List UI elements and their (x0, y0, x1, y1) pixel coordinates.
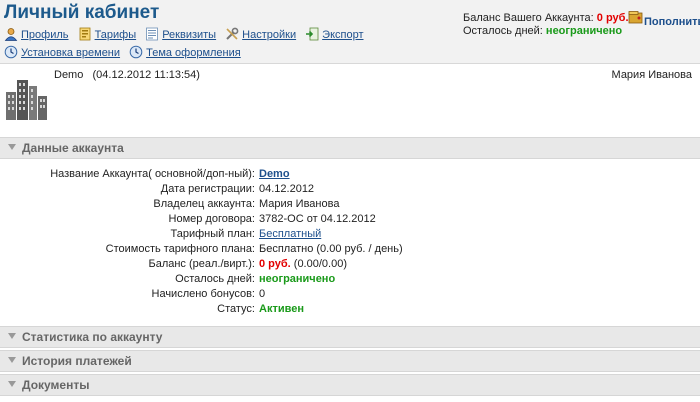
settings-icon (226, 27, 239, 40)
detail-row-registration: Дата регистрации: 04.12.2012 (0, 183, 700, 198)
detail-row-owner: Владелец аккаунта: Мария Иванова (0, 198, 700, 213)
nav-time-setup[interactable]: Установка времени (4, 44, 120, 62)
nav-theme-label: Тема оформления (146, 47, 241, 59)
nav-time-setup-label: Установка времени (21, 47, 121, 59)
balance-summary: Баланс Вашего Аккаунта: 0 руб. Осталось … (463, 12, 629, 38)
balance-label: Баланс Вашего Аккаунта: (463, 12, 594, 24)
detail-label: Осталось дней: (175, 273, 255, 285)
nav-export-label: Экспорт (322, 29, 364, 41)
detail-value: Бесплатно (0.00 руб. / день) (259, 243, 403, 255)
building-icon (6, 80, 47, 120)
collapse-arrow-icon (8, 144, 16, 150)
detail-label: Владелец аккаунта: (153, 198, 255, 210)
detail-value: 0 (259, 288, 266, 300)
detail-row-account-name: Название Аккаунта( основной/доп-ный): De… (0, 168, 700, 183)
section-documents-label: Документы (22, 378, 90, 392)
balance-real-value: 0 руб. (259, 258, 291, 270)
page-title: Личный кабинет (4, 2, 160, 23)
nav-theme[interactable]: Тема оформления (129, 44, 241, 62)
detail-value: 3782-ОС от 04.12.2012 (259, 213, 376, 225)
detail-label: Баланс (реал./вирт.): (148, 258, 255, 270)
detail-label: Название Аккаунта( основной/доп-ный): (50, 168, 255, 180)
detail-row-days-left: Осталось дней: неограничено (0, 273, 700, 288)
detail-label: Статус: (217, 303, 255, 315)
export-icon (306, 27, 319, 41)
detail-label: Начислено бонусов: (151, 288, 256, 300)
nav-profile-label: Профиль (21, 29, 69, 41)
collapse-arrow-icon (8, 333, 16, 339)
balance-virtual-value: (0.00/0.00) (293, 258, 347, 270)
plan-link[interactable]: Бесплатный (259, 228, 321, 240)
detail-value: Мария Иванова (259, 198, 340, 210)
header: Личный кабинет Профиль Тарифы Реквизиты … (0, 0, 700, 64)
nav-profile[interactable]: Профиль (4, 26, 69, 44)
clock-icon (4, 45, 18, 59)
nav-settings[interactable]: Настройки (225, 26, 296, 44)
theme-icon (129, 45, 143, 59)
nav-menu: Профиль Тарифы Реквизиты Настройки Экспо… (4, 26, 464, 62)
nav-settings-label: Настройки (242, 29, 297, 41)
nav-requisites[interactable]: Реквизиты (145, 26, 216, 44)
nav-requisites-label: Реквизиты (162, 29, 217, 41)
section-account-stats[interactable]: Статистика по аккаунту (0, 326, 700, 348)
user-name: Мария Иванова (611, 69, 692, 81)
user-row: Demo (04.12.2012 11:13:54) Мария Иванова (0, 64, 700, 134)
section-payment-history-label: История платежей (22, 354, 132, 368)
days-left-value: неограничено (545, 25, 623, 37)
balance-value: 0 руб. (596, 12, 629, 24)
section-account-stats-label: Статистика по аккаунту (22, 330, 163, 344)
detail-row-balance: Баланс (реал./вирт.): 0 руб. (0.00/0.00) (0, 258, 700, 273)
topup-label: Пополнить (644, 16, 700, 28)
detail-row-contract: Номер договора: 3782-ОС от 04.12.2012 (0, 213, 700, 228)
days-left-label: Осталось дней: (463, 25, 543, 37)
section-payment-history[interactable]: История платежей (0, 350, 700, 372)
user-login: Demo (04.12.2012 11:13:54) (54, 69, 200, 81)
section-account-data[interactable]: Данные аккаунта (0, 137, 700, 159)
wallet-icon (628, 11, 643, 24)
nav-export[interactable]: Экспорт (305, 26, 364, 44)
detail-label: Тарифный план: (170, 228, 255, 240)
section-documents[interactable]: Документы (0, 374, 700, 396)
status-badge: Активен (259, 303, 304, 315)
requisites-icon (146, 27, 159, 41)
detail-row-bonus: Начислено бонусов: 0 (0, 288, 700, 303)
detail-row-status: Статус: Активен (0, 303, 700, 318)
detail-value: 04.12.2012 (259, 183, 315, 195)
detail-row-cost: Стоимость тарифного плана: Бесплатно (0.… (0, 243, 700, 258)
nav-tariffs[interactable]: Тарифы (78, 26, 137, 44)
detail-row-plan: Тарифный план: Бесплатный (0, 228, 700, 243)
account-name-link[interactable]: Demo (259, 168, 290, 180)
tariffs-icon (79, 27, 90, 41)
detail-label: Дата регистрации: (160, 183, 255, 195)
collapse-arrow-icon (8, 357, 16, 363)
section-account-data-label: Данные аккаунта (22, 141, 124, 155)
profile-icon (4, 28, 18, 41)
detail-value: неограничено (259, 273, 336, 285)
collapse-arrow-icon (8, 381, 16, 387)
nav-tariffs-label: Тарифы (94, 29, 137, 41)
detail-label: Номер договора: (168, 213, 255, 225)
detail-label: Стоимость тарифного плана: (105, 243, 255, 255)
